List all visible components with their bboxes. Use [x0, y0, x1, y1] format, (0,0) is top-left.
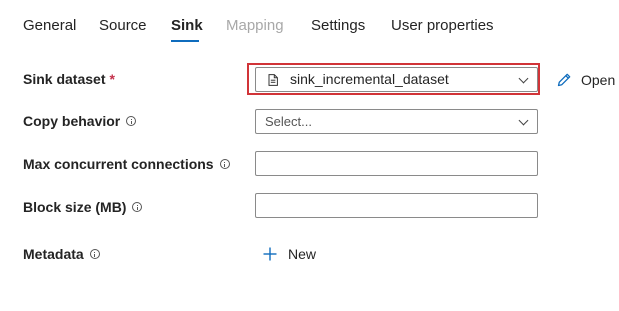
max-concurrent-connections-label-group: Max concurrent connections [23, 155, 230, 173]
tab-bar: General Source Sink Mapping Settings Use… [0, 0, 619, 44]
block-size-label: Block size (MB) [23, 199, 127, 215]
sink-dataset-dropdown[interactable]: sink_incremental_dataset [255, 67, 538, 92]
new-label: New [288, 246, 317, 262]
tab-mapping: Mapping [226, 17, 284, 34]
open-dataset-button[interactable]: Open [556, 70, 615, 90]
add-metadata-button[interactable]: New [262, 244, 316, 264]
chevron-down-icon [518, 73, 529, 84]
chevron-down-icon [518, 115, 529, 126]
metadata-label: Metadata [23, 246, 84, 262]
info-icon[interactable] [132, 202, 143, 212]
dataset-document-icon [268, 74, 278, 86]
block-size-label-group: Block size (MB) [23, 198, 143, 216]
tab-user-properties[interactable]: User properties [391, 16, 494, 36]
plus-icon [263, 247, 277, 261]
open-label: Open [581, 72, 616, 88]
copy-behavior-placeholder: Select... [265, 114, 312, 129]
active-tab-indicator [171, 40, 199, 42]
copy-behavior-dropdown[interactable]: Select... [255, 109, 538, 134]
info-icon[interactable] [89, 249, 100, 259]
block-size-input[interactable] [255, 193, 538, 218]
sink-settings-panel: General Source Sink Mapping Settings Use… [0, 0, 619, 311]
max-concurrent-connections-input[interactable] [255, 151, 538, 176]
pencil-icon [557, 73, 571, 87]
max-concurrent-connections-label: Max concurrent connections [23, 156, 214, 172]
required-marker: * [109, 71, 115, 87]
metadata-label-group: Metadata [23, 245, 100, 263]
info-icon[interactable] [219, 159, 230, 169]
sink-dataset-value: sink_incremental_dataset [290, 71, 449, 87]
tab-general[interactable]: General [23, 16, 76, 36]
tab-settings[interactable]: Settings [311, 16, 365, 36]
info-icon[interactable] [126, 116, 137, 126]
copy-behavior-label: Copy behavior [23, 113, 121, 129]
sink-dataset-label-group: Sink dataset * [23, 70, 115, 88]
tab-source[interactable]: Source [99, 16, 147, 36]
sink-dataset-label: Sink dataset [23, 71, 106, 87]
tab-sink[interactable]: Sink [171, 16, 203, 36]
copy-behavior-label-group: Copy behavior [23, 112, 137, 130]
